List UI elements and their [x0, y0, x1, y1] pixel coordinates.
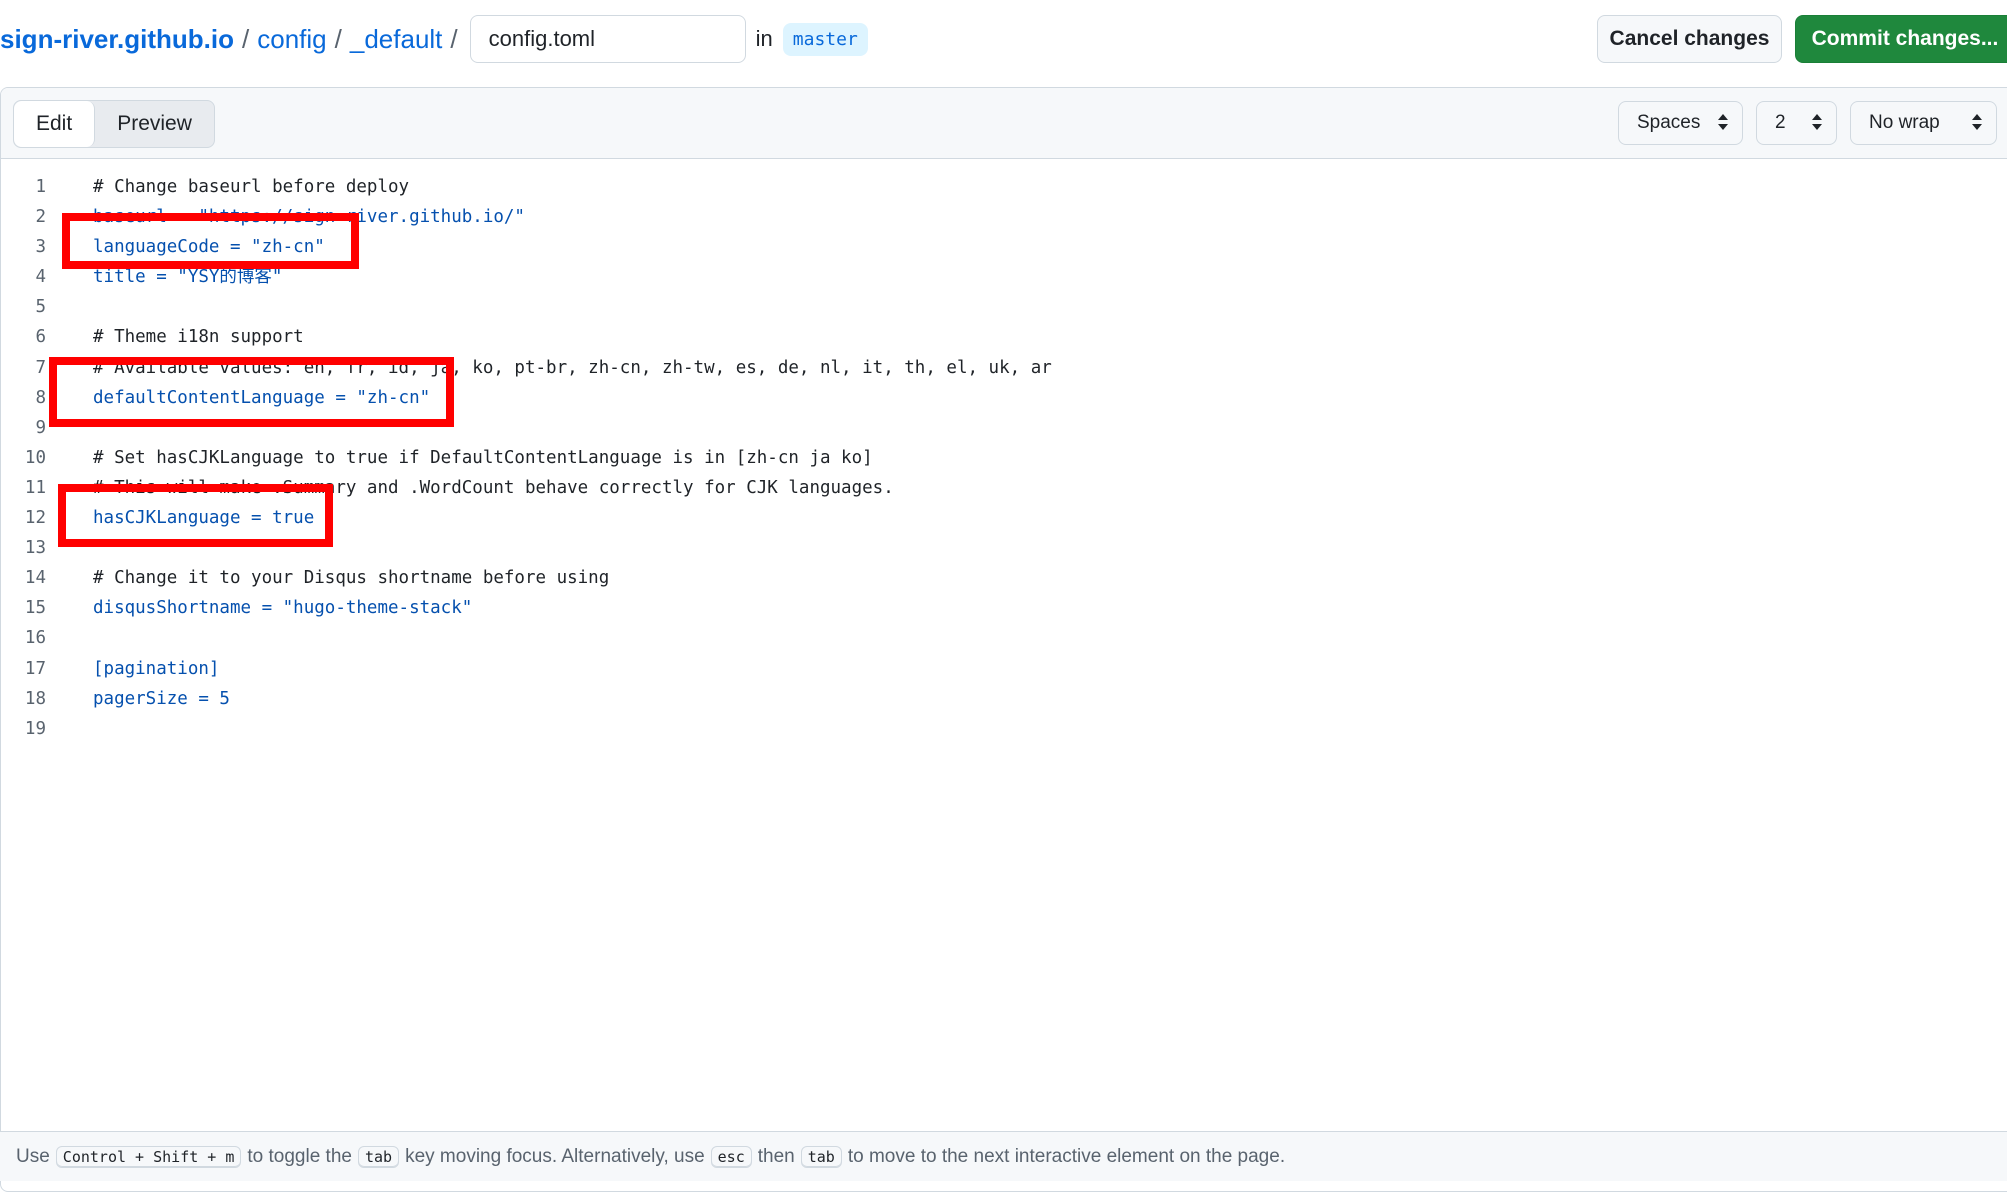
keyboard-help-footer: Use Control + Shift + m to toggle the ta…	[0, 1131, 2007, 1181]
line-number: 16	[24, 628, 46, 649]
code-line: 9	[1, 413, 2007, 443]
wrap-mode-value: No wrap	[1869, 112, 1940, 133]
sort-caret-icon	[1970, 112, 1984, 138]
line-number: 10	[24, 447, 46, 468]
tab-key: tab	[800, 1145, 842, 1168]
code-text: title = "YSY的博客"	[93, 267, 283, 288]
code-line: 6 # Theme i18n support	[1, 322, 2007, 352]
code-line: 19	[1, 714, 2007, 744]
line-number: 1	[35, 177, 46, 197]
code-line: 14 # Change it to your Disqus shortname b…	[1, 563, 2007, 593]
footer-text-toggle: to toggle the	[247, 1145, 352, 1167]
code-text: [pagination]	[93, 658, 220, 679]
code-line: 1 # Change baseurl before deploy	[1, 172, 2007, 202]
code-line: 5	[1, 292, 2007, 322]
breadcrumb-repo-link[interactable]: sign-river.github.io	[0, 24, 234, 55]
breadcrumb-default-link[interactable]: _default	[350, 24, 443, 55]
code-text: # Set hasCJKLanguage to true if DefaultC…	[93, 447, 873, 468]
line-number: 3	[35, 237, 46, 258]
line-number: 15	[24, 598, 46, 619]
indent-mode-value: Spaces	[1637, 112, 1701, 133]
shortcut-key: Control + Shift + m	[55, 1145, 242, 1168]
code-line: 8 defaultContentLanguage = "zh-cn"	[1, 383, 2007, 413]
code-line: 18 pagerSize = 5	[1, 684, 2007, 714]
line-number: 13	[24, 538, 46, 559]
footer-text-rest: to move to the next interactive element …	[847, 1145, 1286, 1167]
editor-tabs: Edit Preview	[13, 100, 215, 148]
branch-badge[interactable]: master	[782, 22, 868, 56]
code-text: # Change it to your Disqus shortname bef…	[93, 568, 610, 589]
tab-edit[interactable]: Edit	[14, 101, 96, 147]
file-editor-header: sign-river.github.io / config / _default…	[0, 0, 2007, 80]
cancel-changes-button[interactable]: Cancel changes	[1597, 15, 1782, 63]
breadcrumb-separator: /	[334, 23, 342, 54]
code-text: defaultContentLanguage = "zh-cn"	[93, 387, 431, 408]
line-number: 14	[24, 568, 46, 589]
footer-text-moving: key moving focus. Alternatively, use	[405, 1145, 705, 1167]
sort-caret-icon	[1810, 112, 1824, 138]
wrap-mode-select[interactable]: No wrap	[1850, 101, 1997, 145]
code-editor: Edit Preview Spaces 2 No wrap 1 # Change …	[0, 87, 2007, 1192]
code-line: 16	[1, 623, 2007, 653]
commit-changes-button[interactable]: Commit changes...	[1795, 15, 2007, 63]
code-text: # This will make .Summary and .WordCount…	[93, 477, 894, 498]
in-branch-label: in	[755, 26, 773, 51]
code-text: hasCJKLanguage = true	[93, 508, 315, 529]
code-text: disqusShortname = "hugo-theme-stack"	[93, 598, 473, 619]
breadcrumb-separator: /	[242, 23, 250, 54]
code-line: 17 [pagination]	[1, 654, 2007, 684]
line-number: 12	[24, 508, 46, 529]
code-line: 13	[1, 533, 2007, 563]
footer-text-then: then	[757, 1145, 795, 1167]
code-text: # Change baseurl before deploy	[93, 177, 410, 197]
code-text: # Available values: en, fr, id, ja, ko, …	[93, 357, 1052, 378]
editor-toolbar: Edit Preview Spaces 2 No wrap	[1, 88, 2007, 159]
line-number: 6	[35, 327, 46, 348]
code-text: # Theme i18n support	[93, 327, 304, 348]
line-number: 9	[35, 417, 46, 438]
sort-caret-icon	[1716, 112, 1730, 138]
code-text: languageCode = "zh-cn"	[93, 237, 325, 258]
code-line: 3 languageCode = "zh-cn"	[1, 232, 2007, 262]
tab-key: tab	[357, 1145, 400, 1168]
code-line: 11 # This will make .Summary and .WordCou…	[1, 473, 2007, 503]
line-number: 4	[35, 267, 46, 288]
breadcrumb-config-link[interactable]: config	[257, 24, 326, 55]
line-number: 5	[35, 297, 46, 318]
breadcrumb: sign-river.github.io / config / _default…	[0, 14, 868, 64]
tab-preview[interactable]: Preview	[95, 101, 214, 147]
line-number: 8	[35, 387, 46, 408]
code-line: 10 # Set hasCJKLanguage to true if Defaul…	[1, 443, 2007, 473]
code-line: 2 baseurl = "https://sign-river.github.io…	[1, 202, 2007, 232]
indent-mode-select[interactable]: Spaces	[1618, 101, 1743, 145]
line-number: 11	[24, 477, 46, 498]
line-number: 19	[24, 718, 46, 739]
breadcrumb-separator: /	[450, 23, 458, 54]
code-line: 4 title = "YSY的博客"	[1, 262, 2007, 292]
code-text: pagerSize = 5	[93, 688, 230, 709]
filename-input[interactable]	[469, 15, 746, 63]
code-text: baseurl = "https://sign-river.github.io/…	[93, 207, 525, 228]
code-area[interactable]: 1 # Change baseurl before deploy 2 baseurl …	[1, 172, 2007, 744]
line-number: 18	[24, 688, 46, 709]
esc-key: esc	[710, 1145, 752, 1168]
code-line: 7 # Available values: en, fr, id, ja, ko,…	[1, 353, 2007, 383]
line-number: 17	[24, 658, 46, 679]
footer-text-use: Use	[16, 1145, 50, 1167]
code-line: 12 hasCJKLanguage = true	[1, 503, 2007, 533]
indent-size-value: 2	[1775, 112, 1786, 133]
code-line: 15 disqusShortname = "hugo-theme-stack"	[1, 593, 2007, 623]
indent-size-select[interactable]: 2	[1756, 101, 1837, 145]
line-number: 2	[35, 207, 46, 228]
line-number: 7	[35, 357, 46, 378]
